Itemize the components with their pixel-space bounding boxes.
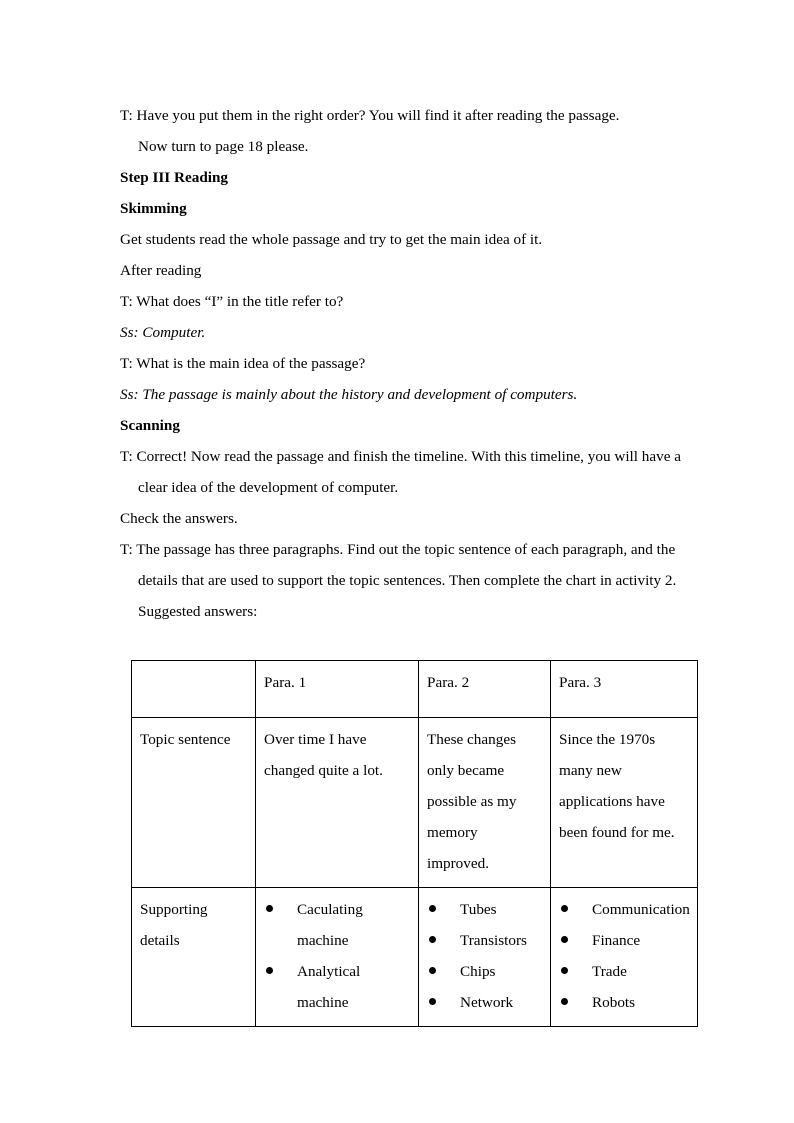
line-text: T: What does “I” in the title refer to? [120,293,344,310]
instruction-get-students-read: Get students read the whole passage and … [120,224,695,255]
bullet-icon [561,936,568,943]
dialogue-line-students-2: Ss: The passage is mainly about the hist… [120,379,695,410]
line-text: Now turn to page 18 please. [138,138,309,155]
line-text: Suggested answers: [138,603,258,620]
supporting-details-para-1: Caculating machine Analytical machine [255,887,419,1027]
line-text: T: The passage has three paragraphs. Fin… [120,541,677,589]
topic-sentence-para-3: Since the 1970s many new applications ha… [550,717,698,888]
bullet-list-para-3: Communication Finance Trade Robots [559,894,690,1018]
bullet-list-para-1: Caculating machine Analytical machine [264,894,410,1018]
list-item-label: Finance [592,932,641,949]
table-header-para-1: Para. 1 [255,660,419,718]
line-text: After reading [120,262,202,279]
bullet-icon [429,936,436,943]
list-item-label: Chips [460,963,496,980]
bullet-icon [429,905,436,912]
topic-sentence-para-2: These changes only became possible as my… [418,717,551,888]
lesson-plan-body: T: Have you put them in the right order?… [120,100,695,627]
list-item: Network [427,987,542,1018]
row-label-topic-sentence: Topic sentence [131,717,256,888]
table-row-topic-sentence: Topic sentence Over time I have changed … [131,717,698,888]
table-header-para-2: Para. 2 [418,660,551,718]
list-item: Transistors [427,925,542,956]
list-item: Trade [559,956,689,987]
list-item: Analytical machine [264,956,410,1018]
line-text: T: Have you put them in the right order?… [120,107,620,124]
list-item: Tubes [427,894,542,925]
instruction-after-reading: After reading [120,255,695,286]
line-text: Ss: Computer. [120,324,206,341]
heading-step-three-reading: Step III Reading [120,162,695,193]
list-item: Caculating machine [264,894,410,956]
supporting-details-para-2: Tubes Transistors Chips Network [418,887,551,1027]
line-text: T: Correct! Now read the passage and fin… [120,448,681,496]
list-item-label: Tubes [460,901,497,918]
heading-text: Step III Reading [120,169,229,186]
list-item-label: Communication [592,901,690,918]
list-item: Robots [559,987,689,1018]
table-header-row: Para. 1 Para. 2 Para. 3 [131,660,698,718]
cell-text: These changes only became possible as my… [427,731,517,872]
bullet-icon [266,967,273,974]
bullet-icon [561,967,568,974]
heading-skimming: Skimming [120,193,695,224]
list-item: Finance [559,925,689,956]
dialogue-line-teacher-1-continued: Now turn to page 18 please. [120,131,695,162]
dialogue-line-teacher-3: T: What is the main idea of the passage? [120,348,695,379]
line-text: Check the answers. [120,510,238,527]
heading-scanning: Scanning [120,410,695,441]
bullet-list-para-2: Tubes Transistors Chips Network [427,894,542,1018]
table-header-corner-cell [131,660,256,718]
table-row-supporting-details: Supporting details Caculating machine Ana… [131,887,698,1027]
line-text: Ss: The passage is mainly about the hist… [120,386,578,403]
line-text: T: What is the main idea of the passage? [120,355,366,372]
dialogue-line-teacher-1: T: Have you put them in the right order?… [120,100,695,131]
bullet-icon [429,967,436,974]
suggested-answers-table: Para. 1 Para. 2 Para. 3 Topic sentence O… [131,660,698,1027]
cell-text: Supporting details [140,901,208,949]
bullet-icon [561,905,568,912]
cell-text: Since the 1970s many new applications ha… [559,731,675,841]
list-item-label: Caculating machine [297,901,363,949]
cell-text: Topic sentence [140,731,231,748]
list-item-label: Trade [592,963,627,980]
list-item: Chips [427,956,542,987]
label-suggested-answers: Suggested answers: [120,596,695,627]
row-label-supporting-details: Supporting details [131,887,256,1027]
cell-text: Para. 1 [264,674,307,691]
list-item-label: Robots [592,994,636,1011]
heading-text: Scanning [120,417,180,434]
dialogue-line-teacher-2: T: What does “I” in the title refer to? [120,286,695,317]
topic-sentence-para-1: Over time I have changed quite a lot. [255,717,419,888]
line-text: Get students read the whole passage and … [120,231,543,248]
instruction-check-answers: Check the answers. [120,503,695,534]
dialogue-line-teacher-5: T: The passage has three paragraphs. Fin… [120,534,695,596]
document-page: T: Have you put them in the right order?… [0,0,794,1123]
list-item-label: Transistors [460,932,527,949]
bullet-icon [561,998,568,1005]
cell-text: Para. 2 [427,674,470,691]
list-item: Communication [559,894,690,925]
dialogue-line-teacher-4: T: Correct! Now read the passage and fin… [120,441,695,503]
bullet-icon [266,905,273,912]
cell-text: Para. 3 [559,674,602,691]
supporting-details-para-3: Communication Finance Trade Robots [550,887,698,1027]
dialogue-line-students-1: Ss: Computer. [120,317,695,348]
list-item-label: Network [460,994,514,1011]
cell-text: Over time I have changed quite a lot. [264,731,383,779]
list-item-label: Analytical machine [297,963,361,1011]
table-header-para-3: Para. 3 [550,660,698,718]
heading-text: Skimming [120,200,187,217]
bullet-icon [429,998,436,1005]
